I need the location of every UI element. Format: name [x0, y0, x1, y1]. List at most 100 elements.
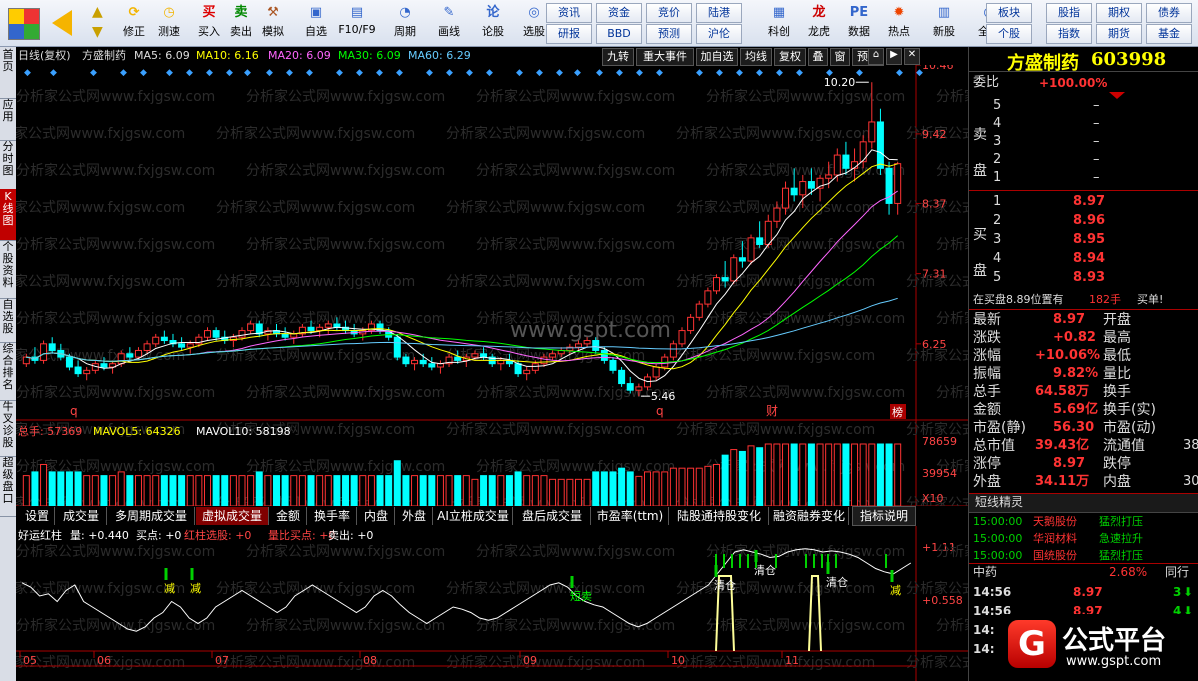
quick-button-研报[interactable]: 研报	[546, 24, 592, 44]
event-diamond-icon[interactable]: ◆	[376, 68, 383, 78]
toolbar-button-9[interactable]: 论论股	[474, 2, 512, 44]
indicator-tab-10[interactable]: 市盈率(ttm)	[592, 507, 669, 525]
left-tab-7[interactable]: 牛叉诊股	[0, 399, 16, 457]
expand-icon[interactable]: ▶	[886, 48, 902, 65]
left-tab-4[interactable]: 个股资料	[0, 239, 16, 299]
toolbar-button-13[interactable]: PE 数据	[840, 2, 878, 44]
quick-button-债券[interactable]: 债券	[1146, 3, 1192, 23]
short-stock[interactable]: 天鹅股份	[1033, 513, 1077, 531]
toolbar-button-15[interactable]: ▥ 新股	[925, 2, 963, 44]
period-label[interactable]: 日线(复权)	[18, 47, 71, 65]
event-diamond-icon[interactable]: ◆	[426, 68, 433, 78]
event-diamond-icon[interactable]: ◆	[696, 68, 703, 78]
event-diamond-icon[interactable]: ◆	[516, 68, 523, 78]
event-diamond-icon[interactable]: ◆	[266, 68, 273, 78]
quick-button-陆港[interactable]: 陆港	[696, 3, 742, 23]
event-diamond-icon[interactable]: ◆	[716, 68, 723, 78]
quick-button-板块[interactable]: 板块	[986, 3, 1032, 23]
left-tab-0[interactable]: 首页	[0, 47, 16, 99]
event-diamond-icon[interactable]: ◆	[466, 68, 473, 78]
event-diamond-icon[interactable]: ◆	[826, 68, 833, 78]
indicator-tab-9[interactable]: 盘后成交量	[514, 507, 591, 525]
header-button-窗[interactable]: 窗	[830, 48, 850, 66]
event-diamond-icon[interactable]: ◆	[656, 68, 663, 78]
toolbar-button-11[interactable]: ▦ 科创	[760, 2, 798, 44]
event-diamond-icon[interactable]: ◆	[50, 68, 57, 78]
quick-button-个股[interactable]: 个股	[986, 24, 1032, 44]
indicator-tab-1[interactable]: 成交量	[56, 507, 107, 525]
indicator-tab-7[interactable]: 外盘	[396, 507, 433, 525]
indicator-chart[interactable]: 好运红柱 量: +0.440 买点: +0 红柱选股: +0 量比买点: +0卖出: +…	[16, 526, 968, 681]
indicator-tab-3[interactable]: 虚拟成交量	[196, 507, 269, 525]
toolbar-button-12[interactable]: 龙龙虎	[800, 2, 838, 44]
left-tab-2[interactable]: 分时图	[0, 139, 16, 191]
left-tab-5[interactable]: 自选股	[0, 297, 16, 343]
event-diamond-icon[interactable]: ◆	[536, 68, 543, 78]
indicator-tab-4[interactable]: 金额	[270, 507, 307, 525]
short-stock[interactable]: 华润材料	[1033, 530, 1077, 548]
header-button-加自选[interactable]: 加自选	[696, 48, 738, 66]
event-marker[interactable]: q	[656, 404, 664, 418]
indicator-tab-5[interactable]: 换手率	[308, 507, 357, 525]
event-diamond-icon[interactable]: ◆	[896, 68, 903, 78]
indicator-tab-0[interactable]: 设置	[20, 507, 55, 525]
indicator-tab-12[interactable]: 融资融券变化	[770, 507, 849, 525]
event-diamond-icon[interactable]: ◆	[736, 68, 743, 78]
down-arrow-icon[interactable]: ▼	[92, 24, 103, 40]
event-diamond-icon[interactable]: ◆	[90, 68, 97, 78]
event-marker[interactable]: 财	[766, 404, 778, 418]
event-diamond-icon[interactable]: ◆	[166, 68, 173, 78]
quick-button-基金[interactable]: 基金	[1146, 24, 1192, 44]
collapse-icon[interactable]	[1109, 92, 1125, 99]
event-diamond-icon[interactable]: ◆	[186, 68, 193, 78]
event-diamond-icon[interactable]: ◆	[916, 68, 923, 78]
event-diamond-icon[interactable]: ◆	[446, 68, 453, 78]
left-tab-8[interactable]: 超级盘口	[0, 455, 16, 517]
quick-button-股指[interactable]: 股指	[1046, 3, 1092, 23]
toolbar-button-7[interactable]: ◔ 周期	[386, 2, 424, 44]
event-diamond-icon[interactable]: ◆	[756, 68, 763, 78]
header-button-均线[interactable]: 均线	[740, 48, 772, 66]
event-diamond-icon[interactable]: ◆	[244, 68, 251, 78]
kline-chart[interactable]: 分析家公式网www.fxjgsw.com 分析家公式网www.fxjgsw.com…	[16, 65, 968, 506]
header-button-重大事件[interactable]: 重大事件	[636, 48, 694, 66]
event-diamond-icon[interactable]: ◆	[336, 68, 343, 78]
event-diamond-icon[interactable]: ◆	[596, 68, 603, 78]
left-tab-1[interactable]: 应用	[0, 97, 16, 141]
indicator-tab-11[interactable]: 陆股通持股变化	[670, 507, 769, 525]
close-icon[interactable]: ✕	[904, 48, 920, 65]
quick-button-竞价[interactable]: 竞价	[646, 3, 692, 23]
event-diamond-icon[interactable]: ◆	[306, 68, 313, 78]
indicator-desc-button[interactable]: 指标说明	[852, 506, 916, 526]
event-diamond-icon[interactable]: ◆	[636, 68, 643, 78]
toolbar-button-5[interactable]: ▣ 自选	[297, 2, 335, 44]
toolbar-button-1[interactable]: ◷ 测速	[150, 2, 188, 44]
back-arrow-icon[interactable]	[52, 10, 72, 36]
event-diamond-icon[interactable]: ◆	[24, 68, 31, 78]
event-diamond-icon[interactable]: ◆	[396, 68, 403, 78]
header-button-复权[interactable]: 复权	[774, 48, 806, 66]
event-diamond-icon[interactable]: ◆	[856, 68, 863, 78]
event-diamond-icon[interactable]: ◆	[616, 68, 623, 78]
up-arrow-icon[interactable]: ▲	[92, 4, 103, 20]
event-diamond-icon[interactable]: ◆	[206, 68, 213, 78]
toolbar-button-0[interactable]: ⟳ 修正	[115, 2, 153, 44]
event-diamond-icon[interactable]: ◆	[776, 68, 783, 78]
quick-button-资讯[interactable]: 资讯	[546, 3, 592, 23]
quick-button-资金[interactable]: 资金	[596, 3, 642, 23]
quick-button-预测[interactable]: 预测	[646, 24, 692, 44]
quick-button-沪伦[interactable]: 沪伦	[696, 24, 742, 44]
toolbar-button-6[interactable]: ▤ F10/F9	[338, 2, 376, 44]
left-tab-3[interactable]: K线图	[0, 189, 16, 241]
event-diamond-icon[interactable]: ◆	[226, 68, 233, 78]
app-logo-icon[interactable]	[8, 8, 40, 40]
event-diamond-icon[interactable]: ◆	[796, 68, 803, 78]
left-tab-6[interactable]: 综合排名	[0, 341, 16, 401]
indicator-tab-6[interactable]: 内盘	[358, 507, 395, 525]
event-diamond-icon[interactable]: ◆	[486, 68, 493, 78]
quick-button-期货[interactable]: 期货	[1096, 24, 1142, 44]
quick-button-BBD[interactable]: BBD	[596, 24, 642, 44]
event-marker[interactable]: q	[70, 404, 78, 418]
quick-button-指数[interactable]: 指数	[1046, 24, 1092, 44]
quick-button-期权[interactable]: 期权	[1096, 3, 1142, 23]
